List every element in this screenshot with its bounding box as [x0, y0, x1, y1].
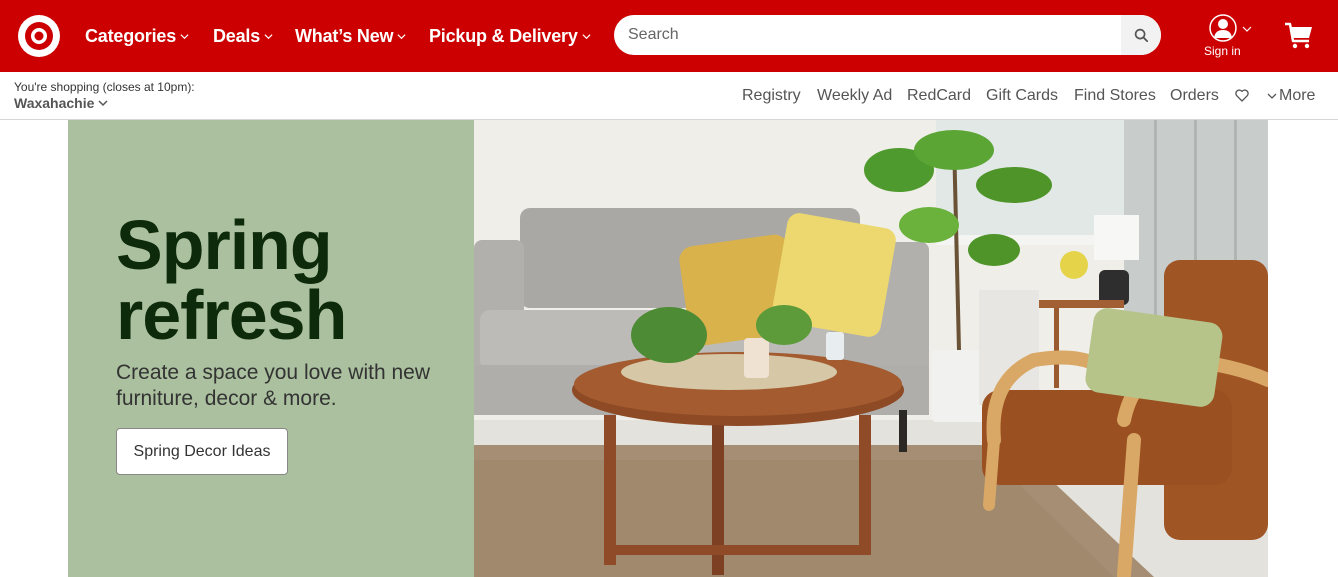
search-input[interactable]: [614, 15, 1120, 55]
link-find-stores[interactable]: Find Stores: [1074, 87, 1156, 105]
hero-banner: Spring refresh Create a space you love w…: [68, 120, 1268, 577]
store-hours-line: You're shopping (closes at 10pm):: [14, 80, 195, 94]
store-prefix: You're shopping: [14, 80, 100, 94]
chevron-down-icon: [397, 33, 406, 39]
more-menu[interactable]: More: [1267, 87, 1315, 105]
hero-subtitle: Create a space you love with new furnitu…: [116, 361, 431, 410]
top-navigation-bar: Categories Deals What’s New Pickup & Del…: [0, 0, 1338, 72]
nav-pickup-delivery[interactable]: Pickup & Delivery: [429, 24, 591, 48]
search-icon: [1134, 28, 1148, 42]
nav-deals[interactable]: Deals: [213, 24, 273, 48]
link-weekly-ad[interactable]: Weekly Ad: [817, 87, 892, 105]
nav-categories-label: Categories: [85, 25, 177, 46]
chevron-down-icon: [180, 33, 189, 39]
nav-pickup-delivery-label: Pickup & Delivery: [429, 25, 578, 46]
account-sign-in[interactable]: Sign in: [1198, 13, 1258, 61]
link-gift-cards[interactable]: Gift Cards: [986, 87, 1058, 105]
hero-text-panel: Spring refresh Create a space you love w…: [68, 120, 474, 577]
hero-image[interactable]: [474, 120, 1268, 577]
user-icon: [1209, 14, 1237, 42]
hero-title: Spring refresh: [116, 206, 347, 354]
sign-in-label: Sign in: [1204, 44, 1241, 58]
store-hours: (closes at 10pm):: [102, 80, 195, 94]
nav-whats-new[interactable]: What’s New: [295, 24, 406, 48]
link-redcard[interactable]: RedCard: [907, 87, 971, 105]
search-button[interactable]: [1121, 15, 1161, 55]
chevron-down-icon: [1267, 93, 1277, 99]
nav-categories[interactable]: Categories: [85, 24, 189, 48]
chevron-down-icon: [582, 33, 591, 39]
chevron-down-icon: [1242, 26, 1252, 32]
search-bar: [614, 15, 1161, 55]
utility-bar: You're shopping (closes at 10pm): Waxaha…: [0, 72, 1338, 120]
store-name: Waxahachie: [14, 95, 95, 111]
hero-title-line1: Spring: [116, 206, 333, 284]
link-orders[interactable]: Orders: [1170, 87, 1219, 105]
nav-deals-label: Deals: [213, 25, 261, 46]
store-selector[interactable]: Waxahachie: [14, 95, 108, 111]
heart-icon[interactable]: [1235, 89, 1249, 102]
spring-decor-ideas-button[interactable]: Spring Decor Ideas: [116, 428, 288, 475]
chevron-down-icon: [264, 33, 273, 39]
chevron-down-icon: [98, 100, 108, 107]
hero-title-line2: refresh: [116, 276, 347, 354]
nav-whats-new-label: What’s New: [295, 25, 394, 46]
cart-icon[interactable]: [1284, 22, 1314, 50]
living-room-photo: [474, 120, 1268, 577]
target-logo-icon[interactable]: [18, 15, 60, 57]
more-label: More: [1279, 87, 1316, 104]
link-registry[interactable]: Registry: [742, 87, 801, 105]
